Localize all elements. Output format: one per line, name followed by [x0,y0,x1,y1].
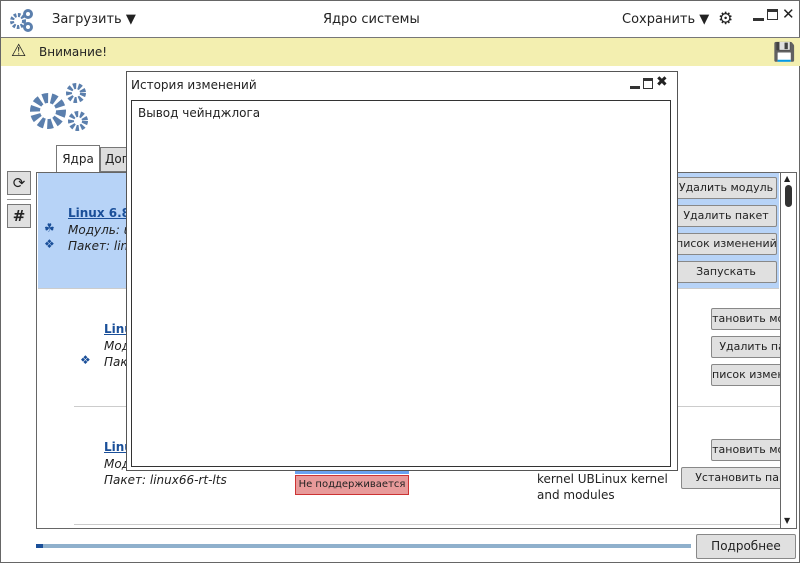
terminal-button[interactable]: # [7,204,31,228]
details-button[interactable]: Подробнее [696,534,796,559]
main-window: Загрузить ▼ Ядро системы Сохранить ▼ ⚙ ✕… [0,0,800,563]
kernel-package: Пакет: linux66-rt-lts [104,473,227,487]
changelog-text[interactable]: Вывод чейнджлога [131,100,671,467]
scrollbar[interactable]: ▲ ▼ [780,173,796,528]
minimize-icon[interactable] [753,18,764,21]
remove-package-button[interactable]: Удалить пакет [675,205,777,227]
save-label: Сохранить [622,12,696,27]
package-icon: ❖ [80,353,91,367]
changelog-content: Вывод чейнджлога [138,106,261,120]
dialog-close-icon[interactable]: ✖ [656,74,668,90]
app-gears-icon [10,9,33,32]
dialog-title: История изменений [131,78,257,92]
scroll-down-icon[interactable]: ▼ [784,516,790,525]
unsupported-badge: Не поддерживается [295,475,409,495]
save-user-icon[interactable]: 💾 [773,42,795,63]
window-title: Ядро системы [323,12,420,27]
run-button[interactable]: Запускать [675,261,777,283]
maximize-icon[interactable] [767,9,778,20]
progress-fill [36,544,43,548]
scroll-thumb[interactable] [785,185,792,207]
package-icon: ❖ [44,237,55,251]
scroll-up-icon[interactable]: ▲ [784,174,790,183]
changelog-button[interactable]: писок изменений [675,233,777,255]
save-menu[interactable]: Сохранить ▼ [622,12,709,27]
tab-kernels[interactable]: Ядра [56,145,100,173]
load-label: Загрузить [52,12,122,27]
changelog-dialog: История изменений ✖ Вывод чейнджлога [126,71,678,471]
progress-bar [36,544,691,548]
chevron-down-icon: ▼ [125,12,136,27]
warning-icon: ⚠ [11,41,27,61]
dialog-maximize-icon[interactable] [643,78,653,89]
kernel-name-link[interactable]: Linux 6.8. [68,206,135,220]
header-bar: Загрузить ▼ Ядро системы Сохранить ▼ ⚙ ✕ [1,1,800,38]
dialog-minimize-icon[interactable] [630,86,640,89]
divider [7,199,31,200]
kernel-module: Модуль: u [68,223,132,237]
status-line [295,471,409,474]
remove-module-button[interactable]: Удалить модуль [675,177,777,199]
chevron-down-icon: ▼ [699,12,710,27]
kernel-description: kernel UBLinux kernel and modules [537,472,668,502]
close-icon[interactable]: ✕ [782,5,795,23]
warning-text: Внимание! [39,45,108,59]
gear-icon[interactable]: ⚙ [718,9,733,29]
refresh-button[interactable]: ⟳ [7,171,31,195]
kernel-gears-icon [30,83,88,131]
load-menu[interactable]: Загрузить ▼ [52,12,136,27]
module-icon: ☘ [44,221,55,235]
warning-bar: ⚠ Внимание! 💾 [1,38,800,66]
